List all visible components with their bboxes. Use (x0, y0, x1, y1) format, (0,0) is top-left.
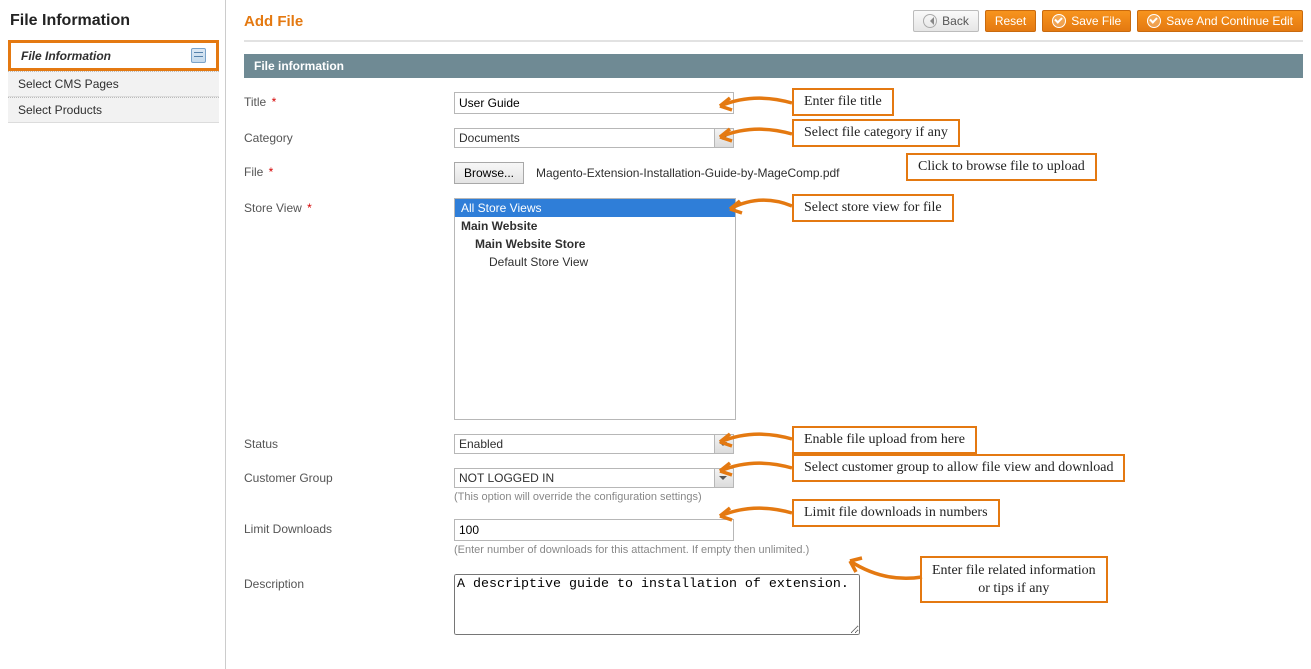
store-view-option[interactable]: Default Store View (455, 253, 735, 271)
label-customer-group: Customer Group (244, 468, 454, 485)
main-content: Add File Back Reset Save File Save And C… (226, 0, 1311, 669)
description-textarea[interactable] (454, 574, 860, 635)
row-description: Description (244, 574, 1303, 635)
button-label: Save And Continue Edit (1166, 14, 1293, 28)
limit-downloads-input[interactable] (454, 519, 734, 541)
save-button[interactable]: Save File (1042, 10, 1131, 32)
label-title: Title * (244, 92, 454, 109)
store-view-option[interactable]: Main Website Store (455, 235, 735, 253)
chevron-down-icon (714, 435, 733, 453)
check-icon (1052, 14, 1066, 28)
collapse-icon (191, 48, 206, 63)
back-button[interactable]: Back (913, 10, 979, 32)
sidebar-item-file-information[interactable]: File Information (8, 40, 219, 71)
store-view-option[interactable]: All Store Views (455, 199, 735, 217)
form-area: Title * Category Documents File * Browse… (244, 92, 1303, 635)
top-bar: Add File Back Reset Save File Save And C… (244, 0, 1303, 42)
annotation-store-view: Select store view for file (792, 194, 954, 222)
sidebar-item-label: Select CMS Pages (18, 77, 119, 91)
customer-group-hint: (This option will override the configura… (454, 491, 734, 503)
back-icon (923, 14, 937, 28)
annotation-limit-downloads: Limit file downloads in numbers (792, 499, 1000, 527)
browse-button[interactable]: Browse... (454, 162, 524, 184)
label-status: Status (244, 434, 454, 451)
annotation-category: Select file category if any (792, 119, 960, 147)
row-limit-downloads: Limit Downloads (Enter number of downloa… (244, 519, 1303, 556)
select-value: Enabled (459, 437, 503, 451)
action-buttons: Back Reset Save File Save And Continue E… (913, 10, 1303, 32)
label-limit-downloads: Limit Downloads (244, 519, 454, 536)
row-category: Category Documents (244, 128, 1303, 148)
button-label: Save File (1071, 14, 1121, 28)
title-input[interactable] (454, 92, 734, 114)
row-customer-group: Customer Group NOT LOGGED IN (This optio… (244, 468, 1303, 503)
button-label: Back (942, 14, 969, 28)
button-label: Reset (995, 14, 1026, 28)
save-continue-button[interactable]: Save And Continue Edit (1137, 10, 1303, 32)
page-title: Add File (244, 13, 303, 30)
annotation-title: Enter file title (792, 88, 894, 116)
chevron-down-icon (714, 469, 733, 487)
row-store-view: Store View * All Store Views Main Websit… (244, 198, 1303, 420)
label-description: Description (244, 574, 454, 591)
check-icon (1147, 14, 1161, 28)
status-select[interactable]: Enabled (454, 434, 734, 454)
annotation-description: Enter file related information or tips i… (920, 556, 1108, 603)
sidebar-item-products[interactable]: Select Products (8, 97, 219, 123)
sidebar: File Information File Information Select… (0, 0, 226, 669)
sidebar-title: File Information (10, 12, 219, 30)
label-category: Category (244, 128, 454, 145)
sidebar-item-cms-pages[interactable]: Select CMS Pages (8, 71, 219, 97)
customer-group-select[interactable]: NOT LOGGED IN (454, 468, 734, 488)
section-header: File information (244, 54, 1303, 78)
category-select[interactable]: Documents (454, 128, 734, 148)
annotation-status: Enable file upload from here (792, 426, 977, 454)
row-status: Status Enabled (244, 434, 1303, 454)
store-view-multiselect[interactable]: All Store Views Main Website Main Websit… (454, 198, 736, 420)
limit-downloads-hint: (Enter number of downloads for this atta… (454, 544, 834, 556)
selected-filename: Magento-Extension-Installation-Guide-by-… (536, 166, 840, 180)
sidebar-item-label: Select Products (18, 103, 102, 117)
chevron-down-icon (714, 129, 733, 147)
sidebar-item-label: File Information (21, 49, 111, 63)
label-store-view: Store View * (244, 198, 454, 215)
label-file: File * (244, 162, 454, 179)
select-value: Documents (459, 131, 520, 145)
reset-button[interactable]: Reset (985, 10, 1036, 32)
store-view-option[interactable]: Main Website (455, 217, 735, 235)
row-title: Title * (244, 92, 1303, 114)
row-file: File * Browse... Magento-Extension-Insta… (244, 162, 1303, 184)
annotation-file: Click to browse file to upload (906, 153, 1097, 181)
annotation-customer-group: Select customer group to allow file view… (792, 454, 1125, 482)
select-value: NOT LOGGED IN (459, 471, 554, 485)
